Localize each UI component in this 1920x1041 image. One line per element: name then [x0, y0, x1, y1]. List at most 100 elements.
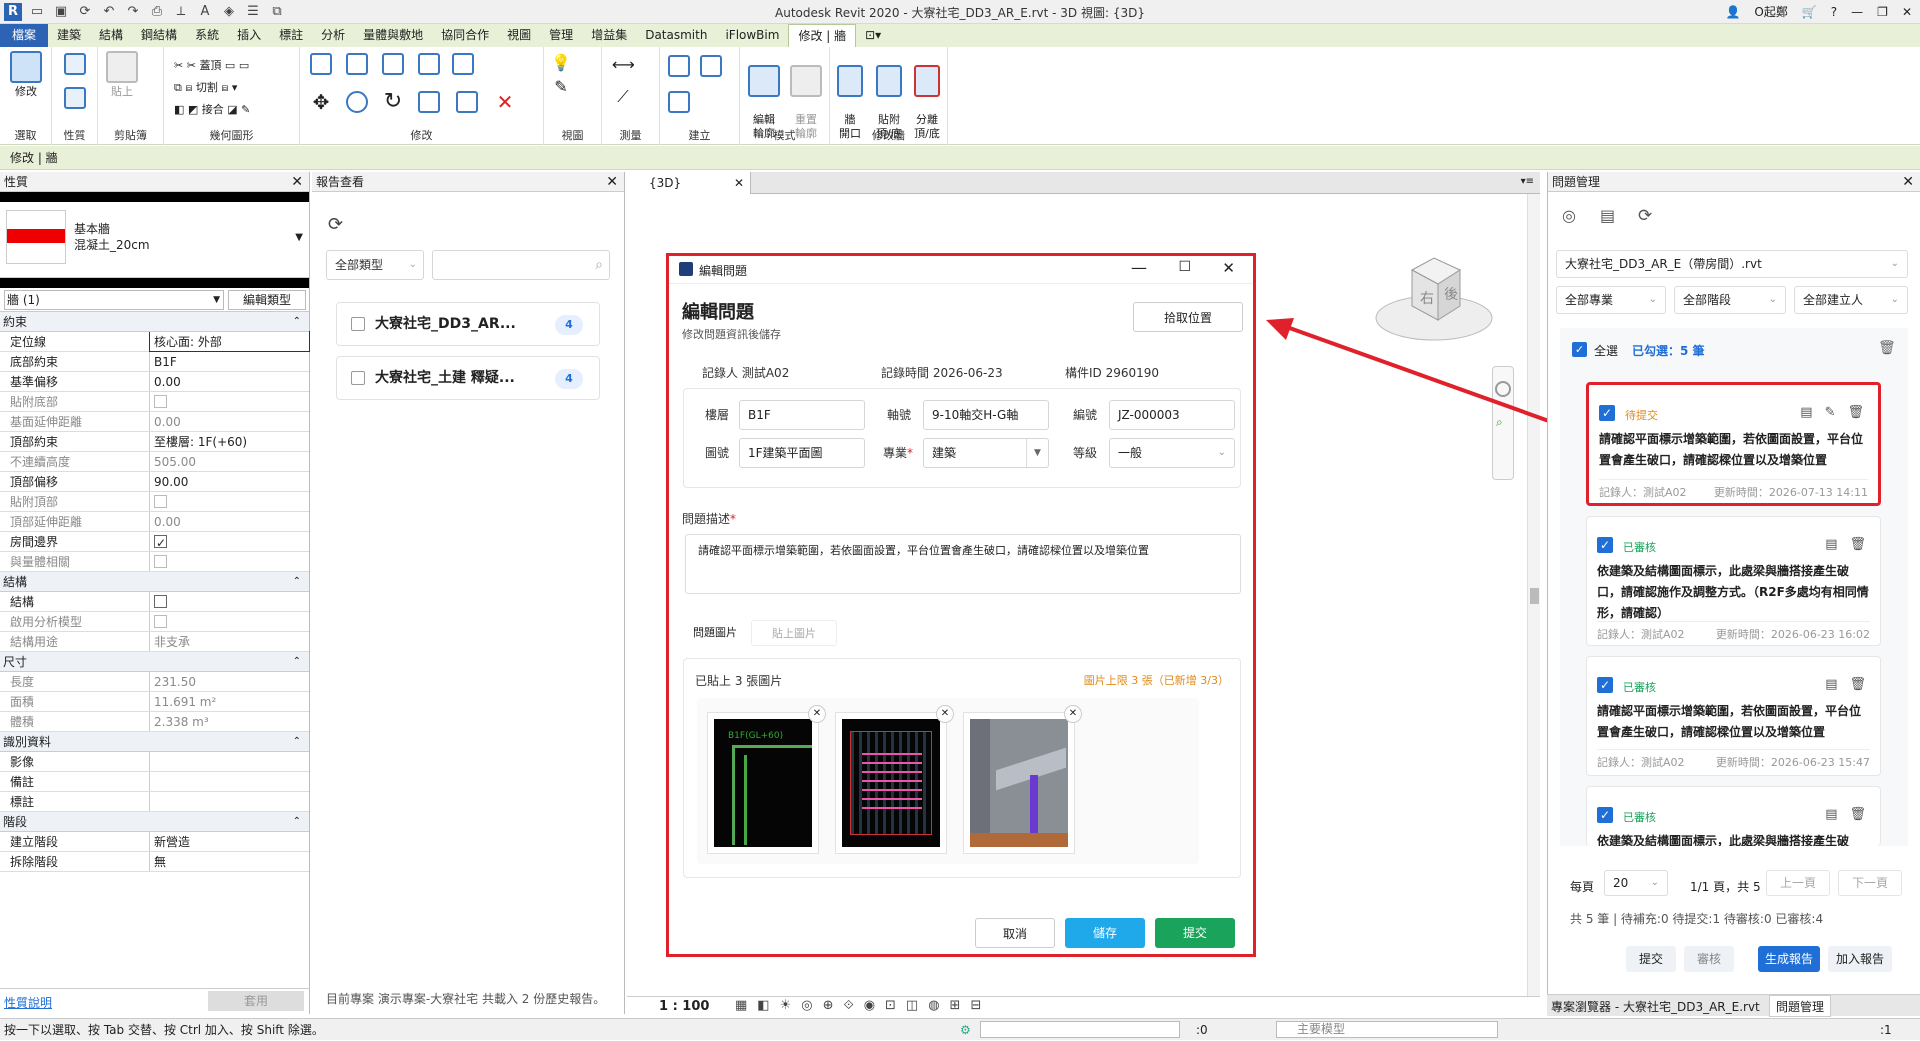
property-row[interactable]: 基準偏移 0.00 — [0, 372, 309, 392]
tab-annotate[interactable]: 標註 — [270, 24, 312, 47]
create-group-icon[interactable] — [700, 55, 722, 77]
refresh-issues-icon[interactable]: ⟳ — [1638, 206, 1652, 226]
worksets-icon[interactable]: ⚙ — [960, 1019, 971, 1041]
report-item[interactable]: 大寮社宅_土建 釋疑... 4 — [336, 356, 600, 400]
issue-card[interactable]: ✓ 已審核 ▤ 🗑 依建築及結構圖面標示，此處梁與牆搭接產生破口，請確認施作及調整… — [1586, 516, 1881, 646]
tab-steel[interactable]: 鋼結構 — [132, 24, 186, 47]
tab-collaborate[interactable]: 協同合作 — [432, 24, 498, 47]
tab-addins[interactable]: 增益集 — [582, 24, 636, 47]
delete-icon[interactable]: 🗑 — [1847, 405, 1864, 420]
view-tab-3d[interactable]: {3D} ✕ — [627, 172, 751, 194]
mirror-draw-icon[interactable] — [418, 53, 440, 75]
discipline-select[interactable]: 建築 ▼ — [923, 438, 1049, 468]
user-name[interactable]: O起鄭 — [1754, 3, 1787, 20]
create-similar-icon[interactable] — [668, 91, 690, 113]
properties-close-icon[interactable]: ✕ — [291, 172, 303, 192]
per-page-select[interactable]: 20 ⌄ — [1604, 870, 1668, 896]
view-vertical-scrollbar[interactable] — [1527, 194, 1540, 998]
tab-architecture[interactable]: 建築 — [48, 24, 90, 47]
view-tab-close-icon[interactable]: ✕ — [734, 172, 744, 194]
submit-issues-button[interactable]: 提交 — [1626, 946, 1676, 972]
cart-icon[interactable]: 🛒 — [1802, 5, 1817, 19]
property-value[interactable]: 至樓層: 1F(+60) — [150, 432, 309, 451]
join-tool[interactable]: ◧ ◩ 接合 ◪ ✎ — [174, 99, 250, 121]
phase-filter[interactable]: 全部階段 ⌄ — [1674, 286, 1786, 314]
report-item[interactable]: 大寮社宅_DD3_AR... 4 — [336, 302, 600, 346]
issues-close-icon[interactable]: ✕ — [1902, 172, 1914, 192]
cancel-button[interactable]: 取消 — [975, 918, 1055, 948]
measure-tool-icon[interactable]: ⟷ — [612, 55, 635, 77]
remove-image-icon[interactable]: ✕ — [808, 705, 826, 723]
property-section-header[interactable]: 尺寸 ⌃ — [0, 652, 309, 672]
tab-modify-wall[interactable]: 修改 | 牆 — [788, 24, 857, 47]
select-all-checkbox[interactable]: ✓ — [1572, 342, 1587, 357]
property-row[interactable]: 頂部偏移 90.00 — [0, 472, 309, 492]
report-list-icon[interactable]: ▤ — [1600, 206, 1615, 225]
view-tab-menu-icon[interactable]: ▾≡ — [1521, 176, 1534, 187]
issue-card[interactable]: ✓ 已審核 ▤ 🗑 請確認平面標示增築範圍，若依圖面設置，平台位置會產生破口，請確… — [1586, 656, 1881, 776]
chevron-down-icon[interactable]: ▼ — [1026, 439, 1048, 467]
collapse-icon[interactable]: ⌃ — [293, 732, 301, 752]
property-row[interactable]: 拆除階段無 — [0, 852, 309, 872]
instance-selector[interactable]: 牆 (1) ▼ — [4, 290, 224, 310]
pick-location-button[interactable]: 拾取位置 — [1133, 302, 1243, 332]
remove-image-icon[interactable]: ✕ — [936, 705, 954, 723]
level-select[interactable]: 一般 ⌄ — [1109, 438, 1235, 468]
issue-card[interactable]: ✓ 已審核 ▤🗑 依建築及結構圖面標示，此處梁與牆搭接產生破口， — [1586, 786, 1881, 846]
properties-help-link[interactable]: 性質說明 — [4, 994, 52, 1011]
report-item-checkbox[interactable] — [351, 317, 365, 331]
report-icon[interactable]: ▤ — [1825, 677, 1837, 692]
property-row[interactable]: 影像 — [0, 752, 309, 772]
report-icon[interactable]: ▤ — [1800, 405, 1812, 420]
help-icon[interactable]: ? — [1831, 5, 1837, 19]
mirror-axis-icon[interactable] — [382, 53, 404, 75]
description-textarea[interactable]: 請確認平面標示增築範圍，若依圖面設置，平台位置會產生破口，請確認樑位置以及增築位… — [685, 534, 1241, 594]
tab-iflowbim[interactable]: iFlowBim — [716, 24, 788, 47]
property-row[interactable]: 備註 — [0, 772, 309, 792]
modify-button[interactable]: 修改 — [6, 51, 46, 99]
offset-icon[interactable] — [346, 53, 368, 75]
report-close-icon[interactable]: ✕ — [606, 172, 618, 192]
type-dropdown-icon[interactable]: ▼ — [295, 232, 303, 243]
image-thumb[interactable]: ✕ — [963, 705, 1082, 854]
minimize-icon[interactable]: — — [1851, 5, 1863, 19]
type-properties-icon[interactable] — [64, 87, 86, 109]
delete-icon[interactable]: ✕ — [494, 91, 516, 113]
drawing-field[interactable]: 1F建築平面圖 — [739, 438, 865, 468]
hide-icon[interactable]: 💡 — [550, 53, 572, 75]
paste-button[interactable]: 貼上 — [104, 51, 140, 99]
dialog-maximize-icon[interactable]: ☐ — [1178, 259, 1191, 275]
refresh-icon[interactable]: ⟳ — [328, 214, 343, 235]
tab-structure[interactable]: 結構 — [90, 24, 132, 47]
navigate-icon[interactable]: ◎ — [1562, 206, 1576, 225]
group-label-select[interactable]: 選取 — [0, 127, 51, 143]
save-button[interactable]: 儲存 — [1065, 918, 1145, 948]
report-item-checkbox[interactable] — [351, 371, 365, 385]
issue-checkbox[interactable]: ✓ — [1597, 537, 1613, 553]
edit-type-button[interactable]: 編輯類型 — [228, 290, 306, 310]
property-section-header[interactable]: 約束 ⌃ — [0, 312, 309, 332]
tab-project-browser[interactable]: 專案瀏覽器 - 大寮社宅_DD3_AR_E.rvt — [1551, 998, 1760, 1015]
trim-icon[interactable] — [418, 91, 440, 113]
search-icon[interactable]: ⌕ — [595, 251, 603, 279]
cope-tool[interactable]: ✂ ✂ 蓋頂 ▭ ▭ — [174, 55, 250, 77]
rotate-icon[interactable]: ↻ — [382, 91, 404, 113]
property-checkbox[interactable] — [154, 533, 167, 551]
generate-report-button[interactable]: 生成報告 — [1758, 946, 1820, 972]
image-thumb[interactable]: ✕ — [835, 705, 954, 854]
axis-field[interactable]: 9-10軸交H-G軸 — [923, 400, 1049, 430]
property-row[interactable]: 標註 — [0, 792, 309, 812]
issue-card[interactable]: ✓ 待提交 ▤ ✎ 🗑 請確認平面標示增築範圍，若依圖面設置，平台位置會產生破口，請… — [1586, 382, 1881, 506]
property-value[interactable] — [150, 772, 309, 791]
dimension-icon[interactable]: ⟋ — [612, 87, 634, 109]
property-value[interactable] — [150, 532, 309, 551]
delete-icon[interactable]: 🗑 — [1849, 677, 1866, 692]
issue-checkbox[interactable]: ✓ — [1597, 807, 1613, 823]
property-row[interactable]: 建立階段 新營造 — [0, 832, 309, 852]
apply-button[interactable]: 套用 — [208, 991, 304, 1011]
dialog-close-icon[interactable]: ✕ — [1222, 259, 1235, 277]
design-option-select[interactable]: 主要模型 — [1276, 1021, 1498, 1038]
view-control-icons[interactable]: ▦◧☀◎⊕⟐◉⊡◫◍⊞⊟ — [735, 998, 991, 1013]
property-section-header[interactable]: 識別資料 ⌃ — [0, 732, 309, 752]
tab-paste-image[interactable]: 貼上圖片 — [751, 620, 837, 646]
